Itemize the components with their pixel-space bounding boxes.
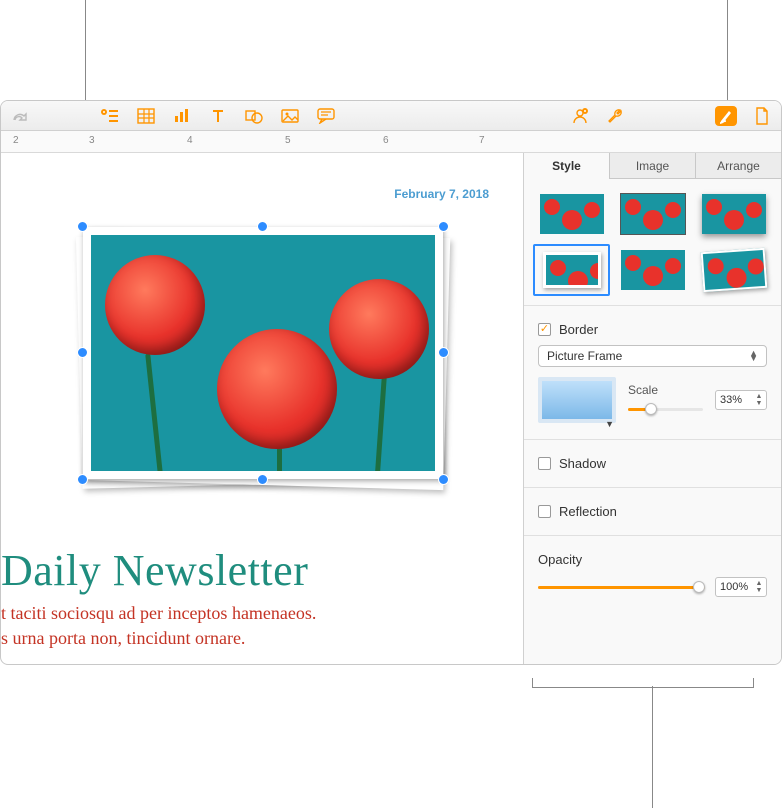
selected-image[interactable]: [83, 227, 443, 479]
app-window: 2 3 4 5 6 7 February 7, 2018: [0, 0, 782, 808]
reflection-checkbox[interactable]: [538, 505, 551, 518]
body-line: t taciti sociosqu ad per inceptos hamena…: [1, 603, 316, 623]
document-headline[interactable]: Daily Newsletter: [1, 545, 308, 596]
image-content: [83, 227, 443, 479]
shape-icon[interactable]: [243, 106, 265, 126]
border-type-value: Picture Frame: [547, 349, 622, 363]
callout-line: [727, 0, 728, 105]
tab-arrange[interactable]: Arrange: [695, 153, 781, 179]
collaborate-icon[interactable]: [569, 106, 591, 126]
stepper-arrows-icon[interactable]: ▲▼: [754, 392, 764, 408]
border-section: Border Picture Frame ▲▼ ▼ Scale: [524, 312, 781, 433]
ruler-mark: 7: [479, 135, 485, 146]
scale-stepper[interactable]: 33% ▲▼: [715, 390, 767, 410]
ruler[interactable]: 2 3 4 5 6 7: [1, 131, 781, 153]
opacity-slider[interactable]: [538, 579, 705, 595]
tab-image[interactable]: Image: [609, 153, 695, 179]
chart-icon[interactable]: [171, 106, 193, 126]
style-preset[interactable]: [617, 247, 688, 293]
body-row: February 7, 2018: [1, 153, 781, 664]
ruler-mark: 2: [13, 135, 19, 146]
frame-preview[interactable]: ▼: [538, 377, 616, 423]
callout-bracket: [532, 678, 754, 688]
reflection-section: Reflection: [524, 494, 781, 529]
comment-icon[interactable]: [315, 106, 337, 126]
tab-style[interactable]: Style: [524, 153, 609, 179]
opacity-stepper[interactable]: 100% ▲▼: [715, 577, 767, 597]
document-date[interactable]: February 7, 2018: [394, 187, 489, 201]
tools-icon[interactable]: [605, 106, 627, 126]
text-icon[interactable]: [207, 106, 229, 126]
shadow-section: Shadow: [524, 446, 781, 481]
border-checkbox[interactable]: [538, 323, 551, 336]
opacity-value: 100%: [720, 581, 748, 593]
shadow-checkbox[interactable]: [538, 457, 551, 470]
ruler-mark: 4: [187, 135, 193, 146]
media-icon[interactable]: [279, 106, 301, 126]
format-inspector: Style Image Arrange Border: [523, 153, 781, 664]
opacity-label: Opacity: [538, 552, 767, 567]
format-button[interactable]: [715, 106, 737, 126]
inspector-tabs: Style Image Arrange: [524, 153, 781, 179]
style-preset[interactable]: [536, 191, 607, 237]
resize-handle[interactable]: [438, 347, 449, 358]
style-preset-selected[interactable]: [536, 247, 607, 293]
resize-handle[interactable]: [257, 474, 268, 485]
resize-handle[interactable]: [257, 221, 268, 232]
style-presets: [524, 179, 781, 299]
style-preset[interactable]: [617, 191, 688, 237]
chevron-down-icon[interactable]: ▼: [605, 419, 614, 429]
shadow-label: Shadow: [559, 456, 606, 471]
opacity-section: Opacity 100% ▲▼: [524, 542, 781, 607]
toolbar: [1, 101, 781, 131]
scale-value: 33%: [720, 394, 742, 406]
ruler-mark: 3: [89, 135, 95, 146]
table-icon[interactable]: [135, 106, 157, 126]
body-line: s urna porta non, tincidunt ornare.: [1, 628, 245, 648]
document-canvas[interactable]: February 7, 2018: [1, 153, 523, 664]
style-preset[interactable]: [698, 247, 769, 293]
border-label: Border: [559, 322, 598, 337]
ruler-mark: 5: [285, 135, 291, 146]
style-preset[interactable]: [698, 191, 769, 237]
scale-label: Scale: [628, 383, 703, 397]
window-shell: 2 3 4 5 6 7 February 7, 2018: [0, 100, 782, 665]
resize-handle[interactable]: [77, 474, 88, 485]
document-body[interactable]: t taciti sociosqu ad per inceptos hamena…: [1, 601, 316, 651]
resize-handle[interactable]: [77, 347, 88, 358]
border-type-select[interactable]: Picture Frame ▲▼: [538, 345, 767, 367]
document-icon[interactable]: [751, 106, 773, 126]
redo-icon[interactable]: [9, 106, 31, 126]
callout-line: [85, 0, 86, 105]
reflection-label: Reflection: [559, 504, 617, 519]
insert-icon[interactable]: [99, 106, 121, 126]
scale-slider[interactable]: [628, 401, 703, 417]
ruler-mark: 6: [383, 135, 389, 146]
resize-handle[interactable]: [77, 221, 88, 232]
chevron-updown-icon: ▲▼: [749, 351, 758, 361]
stepper-arrows-icon[interactable]: ▲▼: [754, 579, 764, 595]
resize-handle[interactable]: [438, 221, 449, 232]
resize-handle[interactable]: [438, 474, 449, 485]
callout-line: [652, 686, 653, 808]
